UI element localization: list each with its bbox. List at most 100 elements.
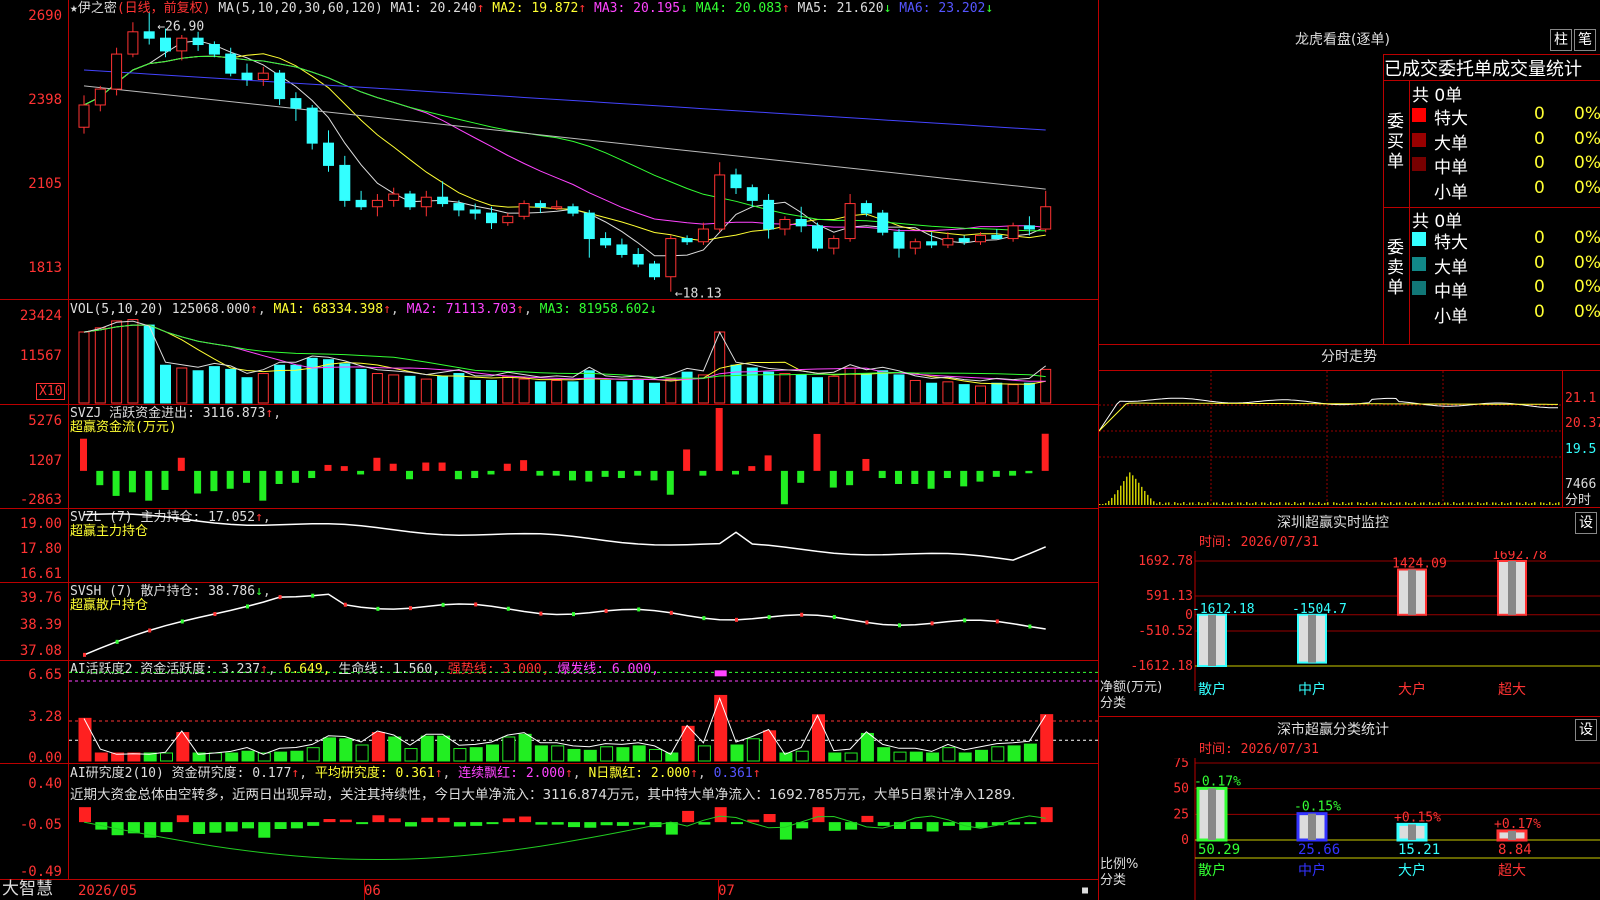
price-axis-label: 2398 bbox=[28, 92, 62, 108]
fenshi-axis-label: 21.1 bbox=[1565, 391, 1597, 406]
intraday-volume-bar bbox=[1480, 503, 1482, 505]
intraday-volume-bar bbox=[1342, 502, 1344, 505]
intraday-volume-bar bbox=[1309, 502, 1311, 505]
volume-bar bbox=[991, 382, 1003, 404]
candlestick-chart[interactable]: ←26.90 ←18.13 bbox=[69, 0, 1098, 299]
intraday-volume-bar bbox=[1159, 502, 1161, 505]
price-axis-label: 2105 bbox=[28, 176, 62, 192]
ss-ratio-chart[interactable]: 75 50 25 0 -0.17% 50.29 散户 -0.15% 25.66 中户 +0.15% 1… bbox=[1099, 758, 1600, 900]
retail-dot bbox=[1028, 624, 1032, 629]
ss-settings-button[interactable]: 设 bbox=[1575, 719, 1597, 741]
chart-area[interactable]: ★伊之密(日线，前复权) MA(5,10,20,30,60,120) MA1: … bbox=[0, 0, 1100, 900]
intraday-volume-bar bbox=[1450, 504, 1452, 505]
intraday-volume-bar bbox=[1279, 502, 1281, 505]
order-row-pct: 0% bbox=[1574, 277, 1600, 297]
intraday-volume-bar bbox=[1267, 504, 1269, 505]
sz-bar-value: 1692.78 bbox=[1492, 551, 1547, 563]
intraday-volume-bar bbox=[1507, 503, 1509, 505]
intraday-volume-bar bbox=[1207, 502, 1209, 505]
candle-body bbox=[844, 203, 856, 240]
intraday-volume-bar bbox=[1288, 502, 1290, 505]
volume-bar bbox=[355, 368, 367, 404]
activity-bar bbox=[274, 751, 288, 762]
candle-body bbox=[388, 193, 400, 201]
activity-bar bbox=[176, 732, 190, 762]
candle-body bbox=[567, 206, 579, 214]
sz-settings-button[interactable]: 设 bbox=[1575, 512, 1597, 534]
intraday-volume-bar bbox=[1165, 502, 1167, 505]
svsh-chart[interactable] bbox=[69, 583, 1098, 660]
order-color-swatch bbox=[1412, 256, 1426, 271]
research-bar bbox=[193, 822, 206, 834]
fund-flow-bar bbox=[634, 470, 642, 476]
tick-mode-button[interactable]: 笔 bbox=[1574, 29, 1596, 51]
activity-bar bbox=[208, 752, 222, 762]
activity-bar bbox=[371, 732, 385, 762]
volume-bar bbox=[583, 370, 595, 404]
intraday-volume-bar bbox=[1222, 502, 1224, 505]
ma-line-30 bbox=[83, 55, 1046, 232]
intraday-chart[interactable] bbox=[1099, 371, 1562, 507]
intraday-volume-bar bbox=[1198, 502, 1200, 505]
candle-body bbox=[78, 104, 90, 128]
ai1-chart[interactable] bbox=[69, 661, 1098, 763]
intraday-volume-bar bbox=[1420, 502, 1422, 505]
retail-position-line bbox=[83, 593, 1046, 656]
intraday-volume-bar bbox=[1501, 502, 1503, 505]
ss-axis-label: 25 bbox=[1173, 807, 1189, 822]
fund-flow-bar bbox=[406, 470, 413, 480]
volume-bar bbox=[893, 374, 905, 404]
intraday-volume-bar bbox=[1369, 504, 1371, 505]
fund-flow-bar bbox=[145, 470, 153, 501]
activity-bar bbox=[844, 752, 858, 762]
intraday-volume-bar bbox=[1243, 504, 1245, 505]
intraday-volume-bar bbox=[1186, 504, 1188, 505]
candle-body bbox=[355, 199, 367, 208]
intraday-volume-bar bbox=[1273, 503, 1275, 505]
retail-dot bbox=[474, 602, 478, 607]
order-row-count: 0 bbox=[1534, 104, 1545, 124]
research-bar bbox=[176, 815, 189, 823]
candle-body bbox=[143, 31, 155, 39]
svzj-chart[interactable] bbox=[69, 405, 1098, 508]
fund-flow-bar bbox=[161, 470, 169, 490]
intraday-volume-bar bbox=[1264, 502, 1266, 505]
fund-flow-bar bbox=[422, 462, 430, 471]
volume-bar bbox=[420, 378, 432, 404]
intraday-volume-bar bbox=[1132, 475, 1134, 505]
svzj-axis-label: -2863 bbox=[19, 492, 62, 508]
research-bar bbox=[600, 822, 613, 826]
activity-bar bbox=[290, 750, 304, 762]
intraday-volume-bar bbox=[1150, 498, 1152, 505]
ai2-axis-label: 0.40 bbox=[28, 776, 62, 792]
sz-ylabel: 净额(万元) bbox=[1100, 680, 1163, 695]
activity-bar bbox=[893, 751, 907, 762]
bar-mode-button[interactable]: 柱 bbox=[1550, 29, 1572, 51]
intraday-volume-bar bbox=[1123, 481, 1125, 505]
activity-bar bbox=[486, 744, 499, 762]
activity-bar bbox=[975, 749, 988, 762]
volume-bar bbox=[502, 375, 514, 404]
ss-value: 25.66 bbox=[1298, 842, 1340, 858]
sz-bar-shade bbox=[1208, 614, 1216, 666]
intraday-volume-bar bbox=[1249, 503, 1251, 505]
candle-body bbox=[991, 234, 1003, 240]
ai2-chart[interactable] bbox=[69, 764, 1098, 879]
candle-body bbox=[681, 238, 693, 243]
sz-axis-label: -510.52 bbox=[1138, 624, 1193, 639]
sz-xlabel: 分类 bbox=[1100, 696, 1127, 711]
volume-chart[interactable] bbox=[69, 300, 1098, 404]
svzj-axis-label: 1207 bbox=[28, 453, 62, 469]
intraday-volume-bar bbox=[1417, 504, 1419, 505]
sz-bar-value: -1612.18 bbox=[1192, 602, 1255, 617]
intraday-volume-bar bbox=[1276, 503, 1278, 505]
lock-icon[interactable]: ■ bbox=[1082, 883, 1088, 899]
ai1-axis-label: 3.28 bbox=[28, 709, 62, 725]
sz-net-chart[interactable]: 1692.78591.130-510.52-1612.18-1612.18散户-… bbox=[1099, 551, 1600, 715]
svzl-chart[interactable] bbox=[69, 509, 1098, 582]
candle-body bbox=[453, 203, 465, 211]
activity-bar bbox=[616, 747, 630, 762]
volume-bar bbox=[339, 363, 351, 404]
intraday-volume-bar bbox=[1492, 502, 1494, 505]
order-color-swatch bbox=[1412, 108, 1426, 122]
